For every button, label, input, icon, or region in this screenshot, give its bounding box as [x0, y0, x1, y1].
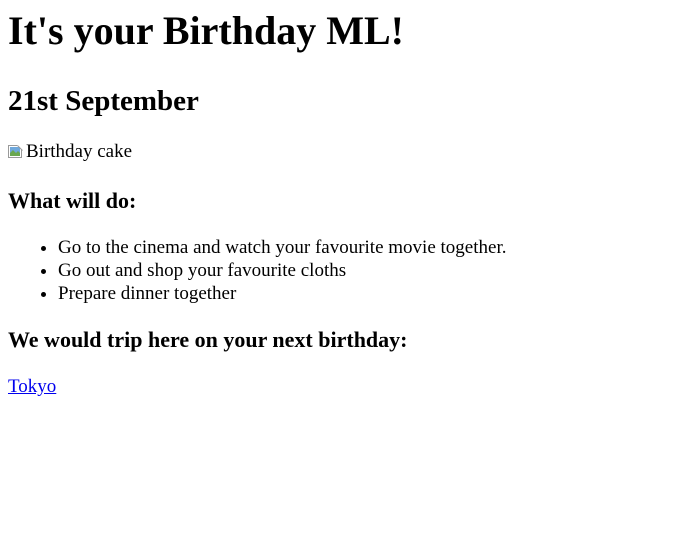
page-title: It's your Birthday ML!: [8, 8, 404, 53]
list-item: Go to the cinema and watch your favourit…: [58, 236, 691, 259]
broken-image-icon: [8, 144, 24, 160]
trip-heading: We would trip here on your next birthday…: [8, 327, 408, 352]
trip-link-paragraph: Tokyo: [8, 375, 691, 399]
tokyo-link[interactable]: Tokyo: [8, 376, 56, 397]
birthday-cake-alt-text: Birthday cake: [26, 141, 133, 162]
plans-list: Go to the cinema and watch your favourit…: [8, 236, 691, 305]
list-item: Prepare dinner together: [58, 282, 691, 305]
birthday-cake-image: Birthday cake: [8, 141, 132, 163]
birthday-date: 21st September: [8, 85, 199, 117]
list-item: Go out and shop your favourite cloths: [58, 259, 691, 282]
plans-heading: What will do:: [8, 188, 137, 213]
